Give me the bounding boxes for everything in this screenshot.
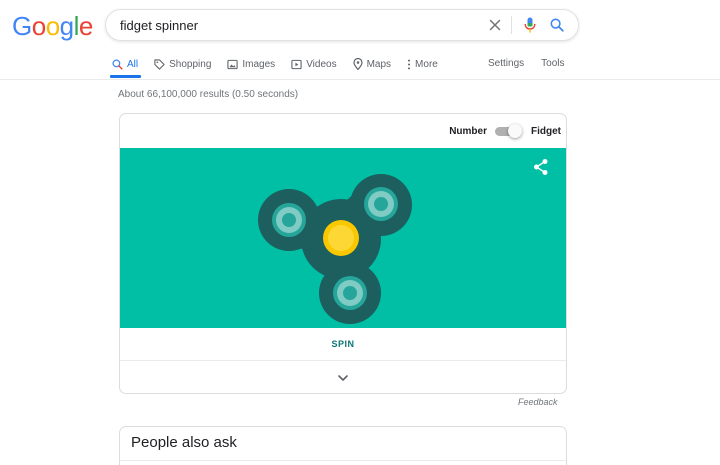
feedback-link[interactable]: Feedback xyxy=(518,397,558,407)
tools-link[interactable]: Tools xyxy=(541,56,564,72)
spinner-canvas[interactable] xyxy=(120,148,566,328)
tab-images[interactable]: Images xyxy=(227,56,275,72)
mode-toggle-row: Number Fidget xyxy=(449,124,561,138)
more-vertical-icon xyxy=(408,59,411,69)
tab-label: Images xyxy=(242,58,276,70)
fidget-spinner-card: Number Fidget SPIN xyxy=(119,113,567,394)
tag-icon xyxy=(154,58,165,70)
fidget-spinner[interactable] xyxy=(120,148,566,328)
toggle-knob xyxy=(508,124,522,138)
search-tools-menu: Settings Tools xyxy=(488,56,582,72)
chevron-down-icon xyxy=(338,374,348,381)
play-icon xyxy=(291,59,302,69)
tab-label: All xyxy=(127,58,139,70)
search-icon xyxy=(550,18,564,32)
microphone-icon xyxy=(524,17,536,33)
mode-toggle-switch[interactable] xyxy=(495,124,523,138)
mode-label-number: Number xyxy=(449,125,487,137)
spin-button[interactable]: SPIN xyxy=(331,339,354,349)
people-also-ask-title: People also ask xyxy=(131,434,237,451)
clear-button[interactable] xyxy=(484,14,506,36)
bearing-left xyxy=(272,203,306,237)
tab-all[interactable]: All xyxy=(109,56,142,78)
image-icon xyxy=(227,59,239,69)
share-button[interactable] xyxy=(532,158,550,176)
tab-videos[interactable]: Videos xyxy=(291,56,337,72)
close-icon xyxy=(489,19,501,31)
bearing-bottom xyxy=(333,276,367,310)
search-button[interactable] xyxy=(546,14,568,36)
tab-label: More xyxy=(415,58,438,70)
spinner-center-cap xyxy=(323,220,359,256)
voice-search-button[interactable] xyxy=(519,14,541,36)
logo-letter: G xyxy=(12,11,32,41)
settings-link[interactable]: Settings xyxy=(488,56,524,72)
spin-row: SPIN xyxy=(120,328,566,361)
tab-label: Shopping xyxy=(169,58,212,70)
bearing-right xyxy=(364,187,398,221)
share-icon xyxy=(534,159,548,175)
tab-label: Videos xyxy=(306,58,337,70)
people-also-ask-box: People also ask xyxy=(119,426,567,465)
search-tabs: All Shopping Images Videos Maps More xyxy=(109,56,454,80)
tab-label: Maps xyxy=(366,58,392,70)
search-tools xyxy=(484,10,568,40)
google-logo[interactable]: Google xyxy=(12,11,93,42)
header-divider xyxy=(0,79,720,80)
logo-letter: g xyxy=(59,11,74,41)
logo-letter: o xyxy=(45,11,60,41)
search-icon xyxy=(112,58,123,70)
tab-shopping[interactable]: Shopping xyxy=(154,56,211,72)
divider xyxy=(511,16,512,34)
expand-button[interactable] xyxy=(120,362,566,393)
divider xyxy=(120,460,566,461)
logo-letter: e xyxy=(78,11,93,41)
map-pin-icon xyxy=(352,58,363,70)
result-stats: About 66,100,000 results (0.50 seconds) xyxy=(118,89,299,100)
tab-maps[interactable]: Maps xyxy=(352,56,392,72)
search-input[interactable] xyxy=(120,15,480,35)
mode-label-fidget: Fidget xyxy=(531,125,561,137)
logo-letter: o xyxy=(31,11,46,41)
tab-more[interactable]: More xyxy=(407,56,438,72)
search-box xyxy=(105,9,579,41)
